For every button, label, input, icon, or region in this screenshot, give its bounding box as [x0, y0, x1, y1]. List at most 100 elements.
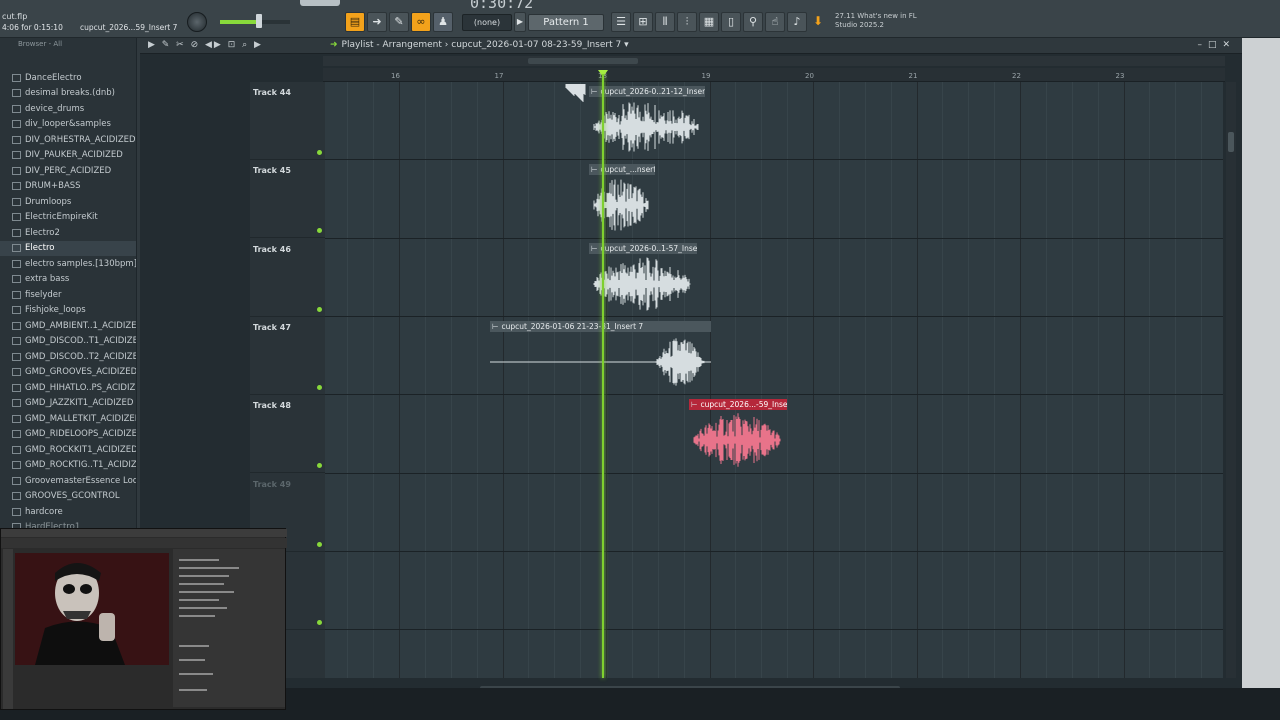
browser-folder[interactable]: hardcore [0, 504, 136, 520]
playhead[interactable] [602, 74, 604, 678]
playlist-arrow-icon[interactable]: ➜ [330, 40, 338, 50]
channel-rack-icon[interactable]: ⊞ [633, 12, 653, 32]
audio-clip-header[interactable]: ⊢ cupcut_2026-01-06 21-23-31_Insert 7 [490, 320, 711, 332]
audio-clip[interactable]: ⊢cupcut_2026...-59_Insert 7 [689, 399, 787, 471]
browser-icon[interactable]: ▦ [699, 12, 719, 32]
browser-folder[interactable]: DIV_PAUKER_ACIDIZED [0, 148, 136, 164]
browser-folder[interactable]: electro samples.[130bpm] [0, 256, 136, 272]
browser-folder-label: GMD_JAZZKIT1_ACIDIZED [25, 398, 134, 409]
browser-folder[interactable]: Electro [0, 240, 136, 256]
audio-clip-label: cupcut_2026-01-06 21-23-31_Insert 7 [501, 321, 644, 331]
grid-row-divider [325, 315, 1223, 317]
arrow-right-icon[interactable]: ➜ [367, 12, 387, 32]
file-icon[interactable]: ▯ [721, 12, 741, 32]
piano-icon[interactable]: ⫴ [655, 12, 675, 32]
browser-header[interactable]: Browser - All [0, 38, 136, 50]
clip-menu-icon[interactable]: ⊢ [591, 87, 598, 96]
track-header[interactable]: Track 45 [250, 160, 325, 239]
plugin-picker-icon[interactable]: ⫶ [677, 12, 697, 32]
browser-folder[interactable]: GMD_HIHATLO..PS_ACIDIZED [0, 380, 136, 396]
overview-thumb[interactable] [528, 58, 638, 64]
browser-folder[interactable]: DIV_PERC_ACIDIZED [0, 163, 136, 179]
plug-icon[interactable]: ⚲ [743, 12, 763, 32]
stamp-icon[interactable]: ♟ [433, 12, 453, 32]
browser-folder[interactable]: DRUM+BASS [0, 179, 136, 195]
news-panel[interactable]: 27.11 What's new in FL Studio 2025.2 [835, 12, 917, 30]
browser-folder[interactable]: GMD_AMBIENT..1_ACIDIZED [0, 318, 136, 334]
browser-folder[interactable]: Fishjoke_loops [0, 303, 136, 319]
bar-number: 21 [908, 72, 918, 80]
browser-folder-label: DIV_ORHESTRA_ACIDIZED [25, 134, 136, 145]
track-header[interactable]: Track 44 [250, 82, 325, 160]
audio-clip-header[interactable]: ⊢cupcut_...nsert 7 [589, 164, 655, 176]
playlist-tools[interactable]: ▶ ✎ ✂ ⊘ ◀▶ ⊡ ⌕ ▶ [148, 40, 263, 50]
browser-folder[interactable]: GMD_RIDELOOPS_ACIDIZED [0, 427, 136, 443]
arrangement-grid[interactable]: ⊢ cupcut_2026-0..21-12_Insert 7 ⊢ cupcut_..… [325, 82, 1223, 678]
audio-clip[interactable]: ⊢ cupcut_2026-01-06 21-23-31_Insert 7 [490, 320, 711, 393]
track-header[interactable]: Track 47 [250, 317, 325, 395]
track-mute-led[interactable] [317, 228, 322, 234]
timeline-ruler[interactable]: 1617181920212223 [323, 68, 1225, 82]
audio-clip-header[interactable]: ⊢ cupcut_2026-0..21-12_Insert 7 [589, 86, 705, 97]
browser-folder[interactable]: GMD_DISCOD..T2_ACIDIZED [0, 349, 136, 365]
vertical-scroll-thumb[interactable] [1228, 132, 1234, 152]
track-mute-led[interactable] [317, 384, 322, 390]
track-mute-led[interactable] [317, 150, 322, 155]
audio-clip[interactable]: ⊢ cupcut_2026-0..21-12_Insert 7 [589, 86, 705, 158]
browser-folder[interactable]: Drumloops [0, 194, 136, 210]
track-mute-led[interactable] [317, 541, 322, 547]
play-pattern-icon[interactable]: ▶ [514, 12, 526, 32]
master-volume-slider[interactable] [220, 14, 290, 28]
link-icon[interactable]: ∞ [411, 12, 431, 32]
overview-scrollbar[interactable] [323, 56, 1225, 66]
clip-menu-icon[interactable]: ⊢ [691, 400, 698, 409]
browser-folder[interactable]: Electro2 [0, 225, 136, 241]
track-mute-led[interactable] [317, 306, 322, 312]
browser-folder-list: DanceElectro desimal breaks.(dnb) device_d… [0, 70, 136, 535]
clip-menu-icon[interactable]: ⊢ [591, 165, 598, 174]
audio-clip[interactable]: ⊢cupcut_...nsert 7 [589, 164, 655, 236]
snap-select[interactable]: (none) [462, 14, 512, 31]
browser-folder[interactable]: GroovemasterEssence Loops [0, 473, 136, 489]
track-header[interactable]: Track 46 [250, 239, 325, 317]
window-controls[interactable]: –□✕ [1197, 40, 1236, 50]
master-pitch-knob[interactable] [187, 12, 207, 32]
browser-folder[interactable]: device_drums [0, 101, 136, 117]
browser-folder[interactable]: GMD_MALLETKIT_ACIDIZED [0, 411, 136, 427]
audio-clip-header[interactable]: ⊢cupcut_2026-0..1-57_Insert 7 [589, 242, 697, 254]
track-mute-led[interactable] [317, 463, 322, 469]
piano-roll-icon[interactable]: ▤ [345, 12, 365, 32]
pattern-select[interactable]: Pattern 1 [528, 14, 604, 31]
browser-folder[interactable]: desimal breaks.(dnb) [0, 86, 136, 102]
browser-folder[interactable]: GMD_JAZZKIT1_ACIDIZED [0, 396, 136, 412]
track-mute-led[interactable] [317, 619, 322, 625]
browser-folder[interactable]: GMD_ROCKKIT1_ACIDIZED [0, 442, 136, 458]
touch-icon[interactable]: ☝ [765, 12, 785, 32]
browser-folder[interactable]: DanceElectro [0, 70, 136, 86]
clip-menu-icon[interactable]: ⊢ [492, 322, 499, 331]
audio-clip[interactable]: ⊢cupcut_2026-0..1-57_Insert 7 [589, 242, 697, 315]
browser-folder[interactable]: extra bass [0, 272, 136, 288]
clip-menu-icon[interactable]: ⊢ [591, 244, 598, 253]
photoshop-preview-thumbnail[interactable] [0, 528, 287, 710]
browser-folder[interactable]: DIV_ORHESTRA_ACIDIZED [0, 132, 136, 148]
browser-folder[interactable]: GMD_ROCKTIG..T1_ACIDIZED [0, 458, 136, 474]
top-small-button[interactable] [300, 0, 340, 6]
browser-folder[interactable]: fiselyder [0, 287, 136, 303]
audio-clip-header[interactable]: ⊢cupcut_2026...-59_Insert 7 [689, 399, 787, 411]
grid-beat-line [787, 82, 789, 678]
mixer-icon[interactable]: ☰ [611, 12, 631, 32]
master-volume-handle[interactable] [256, 14, 262, 28]
track-header[interactable]: Track 48 [250, 395, 325, 474]
speaker-icon[interactable]: ♪ [787, 12, 807, 32]
pencil-icon[interactable]: ✎ [389, 12, 409, 32]
download-icon[interactable]: ⬇ [813, 14, 829, 30]
thumb-toolbar [1, 538, 287, 548]
browser-folder[interactable]: GMD_GROOVES_ACIDIZED [0, 365, 136, 381]
browser-folder[interactable]: ElectricEmpireKit [0, 210, 136, 226]
browser-folder[interactable]: GMD_DISCOD..T1_ACIDIZED [0, 334, 136, 350]
browser-folder[interactable]: GROOVES_GCONTROL [0, 489, 136, 505]
vertical-scrollbar[interactable] [1226, 82, 1236, 678]
song-time-display[interactable]: 0:30:72 [470, 0, 533, 12]
browser-folder[interactable]: div_looper&samples [0, 117, 136, 133]
